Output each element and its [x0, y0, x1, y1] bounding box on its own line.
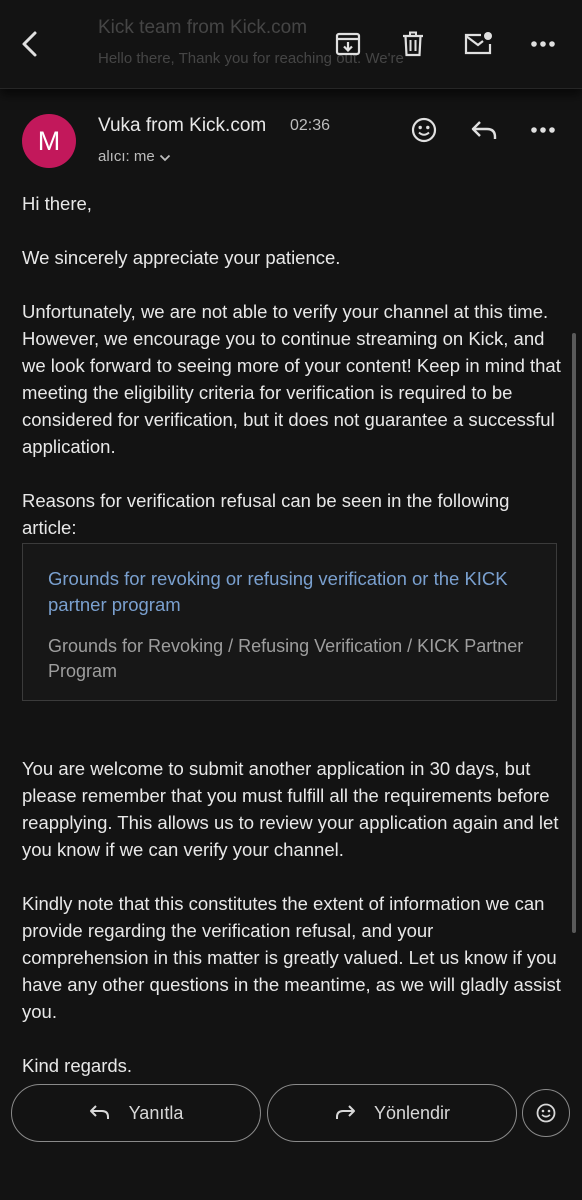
reply-icon	[89, 1103, 111, 1123]
chevron-down-icon	[159, 149, 171, 166]
greeting: Hi there,	[22, 193, 92, 214]
body-paragraph: Kindly note that this constitutes the ex…	[22, 893, 561, 1022]
delete-button[interactable]	[391, 22, 435, 66]
mark-unread-button[interactable]	[456, 22, 500, 66]
archive-button[interactable]	[326, 22, 370, 66]
avatar[interactable]: M	[22, 114, 76, 168]
emoji-icon	[411, 117, 437, 143]
message-header: M Vuka from Kick.com 02:36 alıcı: me	[0, 100, 582, 180]
message-more-button[interactable]	[521, 108, 565, 152]
message-time: 02:36	[290, 117, 331, 134]
forward-icon	[334, 1103, 356, 1123]
bottom-action-bar: Yanıtla Yönlendir	[0, 1074, 582, 1200]
reply-button[interactable]	[462, 108, 506, 152]
article-link-title[interactable]: Grounds for revoking or refusing verific…	[48, 566, 531, 618]
archive-icon	[335, 32, 361, 56]
more-options-button[interactable]	[521, 22, 565, 66]
react-action-button[interactable]	[522, 1089, 570, 1137]
recipient-details-toggle[interactable]: alıcı: me	[98, 148, 171, 166]
body-paragraph: Unfortunately, we are not able to verify…	[22, 301, 561, 457]
add-reaction-button[interactable]	[402, 108, 446, 152]
body-paragraph: We sincerely appreciate your patience.	[22, 247, 341, 268]
article-link-description: Grounds for Revoking / Refusing Verifica…	[48, 636, 524, 681]
arrow-back-icon	[22, 31, 37, 57]
more-horiz-icon	[531, 41, 555, 47]
message-body: Hi there, We sincerely appreciate your p…	[22, 190, 562, 1106]
reply-icon	[471, 121, 497, 139]
sender-name: Vuka from Kick.com	[98, 115, 267, 136]
mail-unread-icon	[464, 32, 492, 55]
reply-action-button[interactable]: Yanıtla	[11, 1084, 261, 1142]
scrollbar[interactable]	[572, 333, 576, 933]
emoji-icon	[536, 1103, 556, 1123]
forward-action-label: Yönlendir	[373, 1102, 451, 1123]
body-paragraph: Reasons for verification refusal can be …	[22, 490, 510, 538]
trash-icon	[403, 31, 423, 57]
forward-action-button[interactable]: Yönlendir	[267, 1084, 517, 1142]
recipient-label: alıcı: me	[98, 148, 155, 165]
more-horiz-icon	[531, 127, 555, 133]
reply-action-label: Yanıtla	[128, 1102, 184, 1123]
article-link-card[interactable]: Grounds for revoking or refusing verific…	[22, 543, 557, 701]
body-paragraph: You are welcome to submit another applic…	[22, 758, 559, 860]
back-button[interactable]	[8, 22, 52, 66]
top-app-bar: Kick team from Kick.com Hello there, Tha…	[0, 0, 582, 89]
